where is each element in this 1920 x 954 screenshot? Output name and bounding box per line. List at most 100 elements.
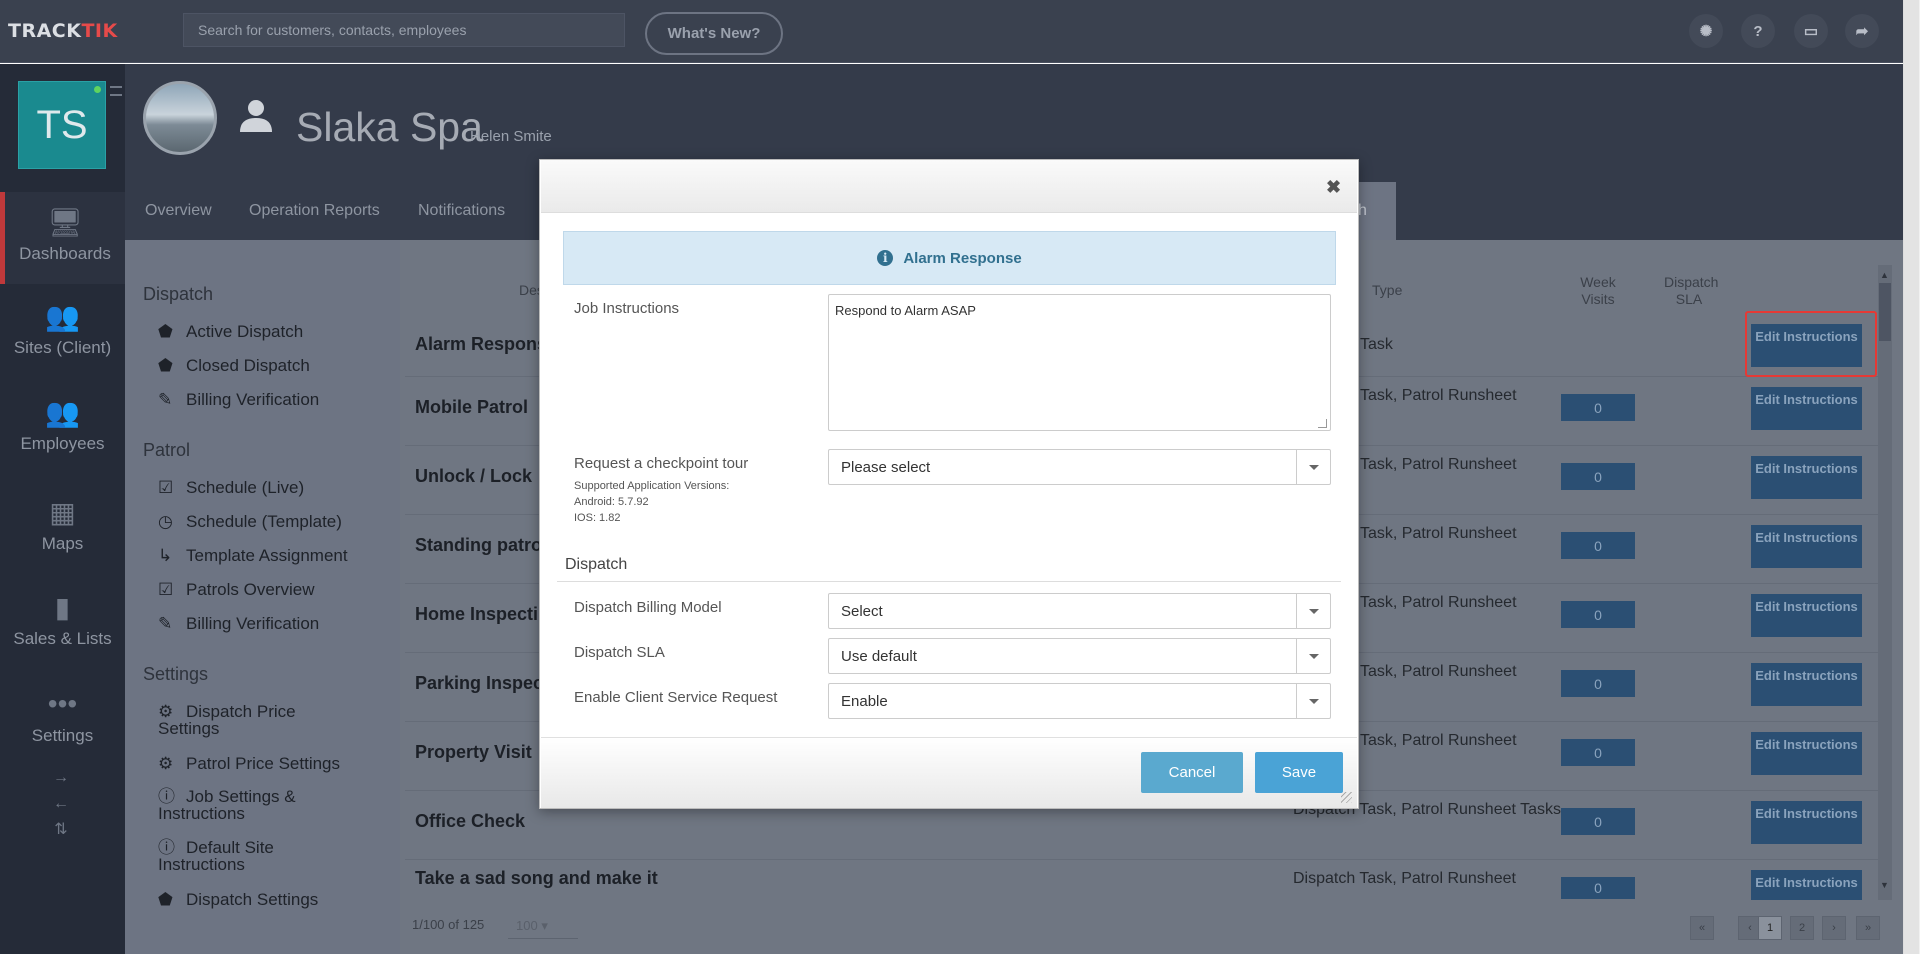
subnav-dispatch-settings[interactable]: ⬟ Dispatch Settings xyxy=(158,890,318,910)
subnav-billing-verification[interactable]: ✎ Billing Verification xyxy=(158,390,319,410)
share-icon[interactable]: ➦ xyxy=(1845,14,1879,48)
column-dispatch-sla[interactable]: Dispatch SLA xyxy=(1664,274,1718,308)
nav-label: Settings xyxy=(31,726,94,745)
table-footer xyxy=(405,900,1885,954)
edit-instructions-button[interactable]: Edit Instructions xyxy=(1751,663,1862,706)
subnav-patrol-billing[interactable]: ✎ Billing Verification xyxy=(158,614,319,634)
window-scroll-thumb[interactable] xyxy=(1904,0,1919,954)
page-first-button[interactable]: « xyxy=(1690,916,1714,940)
person-icon xyxy=(240,100,272,132)
nav-sales-lists[interactable]: ▮ Sales & Lists xyxy=(0,591,125,649)
close-icon[interactable]: ✖ xyxy=(1326,177,1341,198)
page-2-button[interactable]: 2 xyxy=(1790,916,1814,940)
row-type: Task xyxy=(1360,336,1393,353)
checkpoint-tour-label: Request a checkpoint tour xyxy=(574,455,749,472)
edit-instructions-button[interactable]: Edit Instructions xyxy=(1751,525,1862,568)
billing-model-select[interactable]: Select xyxy=(828,593,1331,629)
resize-handle-icon[interactable] xyxy=(1318,419,1327,428)
table-scrollbar[interactable] xyxy=(1878,265,1892,900)
page-size-select[interactable]: 100 ▾ xyxy=(508,913,578,939)
subnav-default-site[interactable]: ⓘ Default Site Instructions xyxy=(158,839,358,873)
job-instructions-textarea[interactable]: Respond to Alarm ASAP xyxy=(828,294,1331,431)
checkpoint-tour-select[interactable]: Please select xyxy=(828,449,1331,485)
tab-notifications[interactable]: Notifications xyxy=(418,202,505,220)
monitor-icon: 🖥 xyxy=(47,207,83,238)
online-status-dot xyxy=(94,86,101,93)
nav-employees[interactable]: 👥 Employees xyxy=(0,396,125,454)
edit-instructions-button[interactable]: Edit Instructions xyxy=(1751,387,1862,430)
edit-instructions-button[interactable]: Edit Instructions xyxy=(1751,456,1862,499)
info-icon: ⓘ xyxy=(158,838,175,857)
nav-settings[interactable]: ••• Settings xyxy=(0,688,125,746)
pagination-info: 1/100 of 125 xyxy=(412,917,485,932)
edit-instructions-button[interactable]: Edit Instructions xyxy=(1751,870,1862,900)
menu-toggle-icon[interactable] xyxy=(110,86,122,96)
nav-sites[interactable]: 👥 Sites (Client) xyxy=(0,300,125,358)
chevron-down-icon xyxy=(1296,684,1330,718)
dispatch-sla-select[interactable]: Use default xyxy=(828,638,1331,674)
subnav-active-dispatch[interactable]: ⬟ Active Dispatch xyxy=(158,322,303,342)
scroll-up-icon[interactable]: ▲ xyxy=(1880,270,1889,280)
nav-dashboards[interactable]: 🖥 Dashboards xyxy=(0,192,125,284)
subnav-dispatch-price[interactable]: ⚙ Dispatch Price Settings xyxy=(158,703,358,737)
page-next-button[interactable]: › xyxy=(1822,916,1846,940)
bulb-icon[interactable]: ✺ xyxy=(1689,14,1723,48)
row-type: Task, Patrol Runsheet xyxy=(1360,732,1517,749)
desktop-icon[interactable]: ▭ xyxy=(1794,14,1828,48)
cancel-button[interactable]: Cancel xyxy=(1141,752,1243,793)
subnav-patrol-price[interactable]: ⚙ Patrol Price Settings xyxy=(158,754,340,774)
edit-instructions-button[interactable]: Edit Instructions xyxy=(1751,801,1862,844)
tab-overview[interactable]: Overview xyxy=(145,202,212,220)
info-icon: ⓘ xyxy=(158,787,175,806)
edit-instructions-button[interactable]: Edit Instructions xyxy=(1751,594,1862,637)
week-visits-badge: 0 xyxy=(1561,670,1635,697)
page-1-button[interactable]: 1 xyxy=(1758,916,1782,940)
chevron-down-icon xyxy=(1296,594,1330,628)
tab-operation-reports[interactable]: Operation Reports xyxy=(249,202,380,220)
row-name: Alarm Respons xyxy=(415,334,548,354)
site-contact: Helen Smite xyxy=(470,128,552,145)
subnav-schedule-live[interactable]: ☑ Schedule (Live) xyxy=(158,478,304,498)
table-scroll-thumb[interactable] xyxy=(1879,283,1891,341)
whats-new-button[interactable]: What's New? xyxy=(645,12,783,55)
row-type: Task, Patrol Runsheet xyxy=(1360,663,1517,680)
tracktik-logo[interactable]: TRACKTIK xyxy=(8,20,118,42)
week-visits-badge: 0 xyxy=(1561,739,1635,766)
nav-label: Dashboards xyxy=(19,244,111,263)
dispatch-section-title: Dispatch xyxy=(565,556,628,573)
clock-icon: ◷ xyxy=(158,512,173,531)
week-visits-badge: 0 xyxy=(1561,532,1635,559)
user-avatar[interactable]: TS xyxy=(18,81,106,169)
subnav-closed-dispatch[interactable]: ⬟ Closed Dispatch xyxy=(158,356,310,376)
column-week-visits[interactable]: Week Visits xyxy=(1578,274,1618,308)
row-type: Task, Patrol Runsheet xyxy=(1360,594,1517,611)
help-icon[interactable]: ? xyxy=(1741,14,1775,48)
client-service-request-select[interactable]: Enable xyxy=(828,683,1331,719)
subnav-patrols-overview[interactable]: ☑ Patrols Overview xyxy=(158,580,314,600)
edit-instructions-button[interactable]: Edit Instructions xyxy=(1751,732,1862,775)
cube-icon: ⬟ xyxy=(158,322,173,341)
job-type-banner: i Alarm Response xyxy=(563,231,1336,285)
global-search-input[interactable]: Search for customers, contacts, employee… xyxy=(183,13,625,47)
nav-arrows-icon[interactable]: → ← ⇅ xyxy=(53,765,69,843)
subnav-schedule-template[interactable]: ◷ Schedule (Template) xyxy=(158,512,342,532)
nav-maps[interactable]: ▦ Maps xyxy=(0,496,125,554)
week-visits-badge: 0 xyxy=(1561,601,1635,628)
save-button[interactable]: Save xyxy=(1255,752,1343,793)
chevron-down-icon xyxy=(1296,450,1330,484)
chevron-down-icon xyxy=(1296,639,1330,673)
subnav-heading: Patrol xyxy=(143,440,191,460)
column-type[interactable]: Type xyxy=(1372,282,1402,299)
modal-resize-icon[interactable] xyxy=(1341,792,1352,803)
row-type: Task, Patrol Runsheet xyxy=(1360,525,1517,542)
subnav-job-settings[interactable]: ⓘ Job Settings & Instructions xyxy=(158,788,358,822)
info-icon: i xyxy=(877,250,894,266)
week-visits-badge: 0 xyxy=(1561,394,1635,421)
subnav-template-assignment[interactable]: ↳ Template Assignment xyxy=(158,546,348,566)
sites-icon: 👥 xyxy=(45,301,80,332)
scroll-down-icon[interactable]: ▼ xyxy=(1880,880,1889,890)
page-last-button[interactable]: » xyxy=(1856,916,1880,940)
nav-label: Sites (Client) xyxy=(13,338,112,357)
row-name: Parking Inspec xyxy=(415,673,544,693)
client-service-request-label: Enable Client Service Request xyxy=(574,689,778,706)
